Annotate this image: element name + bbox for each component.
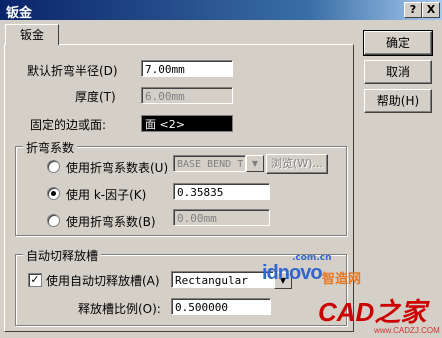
chevron-down-icon: ▼ (246, 155, 264, 172)
title-bar: 钣金 ? X (0, 0, 442, 21)
cancel-button[interactable]: 取消 (364, 60, 432, 84)
relief-ratio-label: 释放槽比例(O): (78, 302, 161, 316)
ok-button[interactable]: 确定 (363, 30, 433, 56)
help-title-button[interactable]: ? (404, 2, 422, 18)
auto-relief-title: 自动切释放槽 (23, 247, 102, 264)
k-factor-label: 使用 k-因子(K) (66, 188, 147, 202)
radio-bend-table[interactable] (47, 160, 60, 173)
thickness-label: 厚度(T) (75, 90, 116, 104)
bend-allowance-input: 0.00mm (173, 209, 270, 226)
bend-allowance-label: 使用折弯系数(B) (66, 215, 156, 229)
auto-relief-checkbox[interactable]: ✓ (28, 273, 42, 287)
close-button[interactable]: X (422, 2, 440, 18)
fixed-face-label: 固定的边或面: (30, 118, 107, 132)
auto-relief-label: 使用自动切释放槽(A) (46, 274, 160, 288)
watermark-cadzj-url: www.CADZJ.COM (374, 326, 440, 335)
watermark-zhizaowang: 智造网 (322, 272, 362, 287)
relief-ratio-input[interactable]: 0.500000 (171, 298, 271, 315)
k-factor-input[interactable]: 0.35835 (173, 183, 270, 200)
bend-table-select: BASE BEND T (173, 155, 246, 172)
tab-sheet-metal[interactable]: 钣金 (5, 24, 59, 45)
bend-radius-label: 默认折弯半径(D) (27, 64, 118, 78)
watermark-cadzj-logo: CAD之家 (318, 297, 427, 327)
bend-radius-input[interactable]: 7.00mm (141, 60, 233, 77)
browse-button: 浏览(W)... (266, 154, 328, 174)
thickness-input: 6.00mm (141, 87, 233, 104)
radio-bend-allowance[interactable] (47, 214, 60, 227)
window-title: 钣金 (6, 6, 33, 21)
bend-table-label: 使用折弯系数表(U) (66, 161, 169, 175)
bend-allowance-title: 折弯系数 (23, 139, 78, 156)
relief-type-select[interactable]: Rectangular (171, 271, 274, 288)
watermark-idnovo: idnovo (262, 262, 323, 284)
fixed-face-field[interactable]: 面 <2> (141, 115, 233, 132)
radio-k-factor[interactable] (47, 187, 60, 200)
help-button[interactable]: 帮助(H) (364, 89, 432, 113)
